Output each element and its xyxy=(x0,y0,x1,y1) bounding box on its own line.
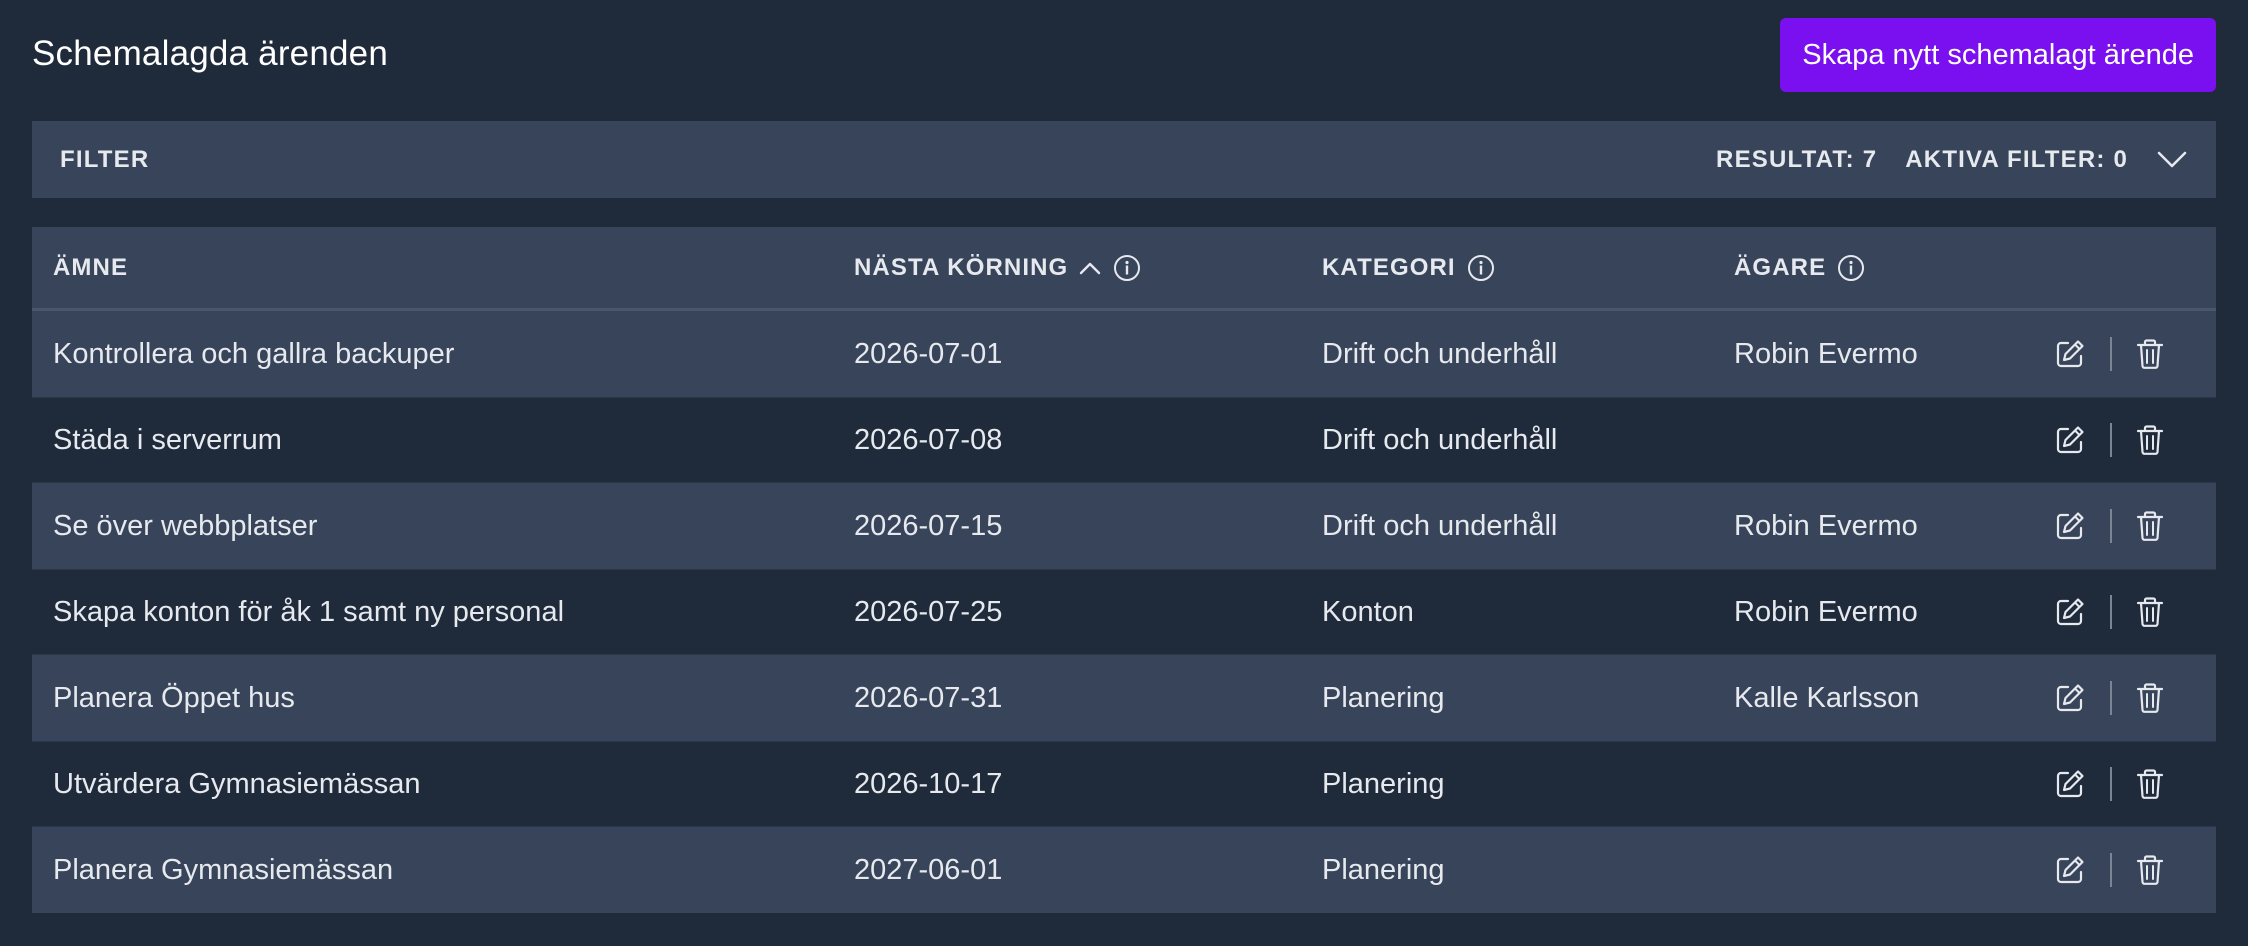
trash-icon[interactable] xyxy=(2132,766,2168,802)
edit-icon[interactable] xyxy=(2052,766,2088,802)
cell-category: Planering xyxy=(1322,853,1445,886)
info-icon[interactable] xyxy=(1466,253,1496,283)
cell-subject: Se över webbplatser xyxy=(53,509,318,542)
cell-owner: Robin Evermo xyxy=(1734,337,1918,370)
table-row[interactable]: Planera Öppet hus 2026-07-31 Planering K… xyxy=(32,655,2216,741)
cell-next-run: 2027-06-01 xyxy=(854,853,1003,886)
edit-icon[interactable] xyxy=(2052,336,2088,372)
cell-category: Konton xyxy=(1322,595,1414,628)
trash-icon[interactable] xyxy=(2132,336,2168,372)
cell-next-run: 2026-07-01 xyxy=(854,337,1003,370)
cell-owner: Kalle Karlsson xyxy=(1734,681,1920,714)
column-header-subject[interactable]: ÄMNE xyxy=(53,254,128,282)
results-count: RESULTAT: 7 xyxy=(1716,145,1878,173)
chevron-up-icon[interactable] xyxy=(1078,256,1102,280)
cell-category: Planering xyxy=(1322,767,1445,800)
page: Schemalagda ärenden Skapa nytt schemalag… xyxy=(0,0,2248,946)
row-actions xyxy=(2052,680,2168,716)
cell-owner: Robin Evermo xyxy=(1734,595,1918,628)
cell-subject: Städa i serverrum xyxy=(53,423,282,456)
column-header-label: ÄGARE xyxy=(1734,253,1827,281)
cell-subject: Utvärdera Gymnasiemässan xyxy=(53,767,421,800)
table-row[interactable]: Skapa konton för åk 1 samt ny personal 2… xyxy=(32,569,2216,655)
filter-bar[interactable]: FILTER RESULTAT: 7 AKTIVA FILTER: 0 xyxy=(32,121,2216,198)
info-icon[interactable] xyxy=(1112,253,1142,283)
cell-next-run: 2026-10-17 xyxy=(854,767,1003,800)
cell-category: Drift och underhåll xyxy=(1322,423,1558,456)
cell-subject: Planera Gymnasiemässan xyxy=(53,853,394,886)
cell-next-run: 2026-07-08 xyxy=(854,423,1003,456)
action-divider xyxy=(2110,337,2112,371)
action-divider xyxy=(2110,767,2112,801)
filter-summary: RESULTAT: 7 AKTIVA FILTER: 0 xyxy=(1716,144,2188,176)
cell-category: Drift och underhåll xyxy=(1322,509,1558,542)
table-row[interactable]: Kontrollera och gallra backuper 2026-07-… xyxy=(32,311,2216,397)
chevron-down-icon[interactable] xyxy=(2156,144,2188,176)
cell-category: Planering xyxy=(1322,681,1445,714)
table-row[interactable]: Utvärdera Gymnasiemässan 2026-10-17 Plan… xyxy=(32,741,2216,827)
info-icon[interactable] xyxy=(1836,253,1866,283)
row-actions xyxy=(2052,422,2168,458)
column-header-label: ÄMNE xyxy=(53,253,129,281)
trash-icon[interactable] xyxy=(2132,422,2168,458)
trash-icon[interactable] xyxy=(2132,508,2168,544)
column-header-next-run[interactable]: NÄSTA KÖRNING xyxy=(854,253,1142,283)
trash-icon[interactable] xyxy=(2132,594,2168,630)
column-header-category[interactable]: KATEGORI xyxy=(1322,253,1496,283)
column-header-owner[interactable]: ÄGARE xyxy=(1734,253,1866,283)
edit-icon[interactable] xyxy=(2052,422,2088,458)
action-divider xyxy=(2110,595,2112,629)
action-divider xyxy=(2110,509,2112,543)
cell-subject: Kontrollera och gallra backuper xyxy=(53,337,455,370)
row-actions xyxy=(2052,594,2168,630)
table-body: Kontrollera och gallra backuper 2026-07-… xyxy=(32,311,2216,913)
column-header-label: NÄSTA KÖRNING xyxy=(854,253,1069,281)
trash-icon[interactable] xyxy=(2132,680,2168,716)
page-header: Schemalagda ärenden Skapa nytt schemalag… xyxy=(32,18,2216,92)
active-filters-count: AKTIVA FILTER: 0 xyxy=(1905,145,2128,173)
cell-next-run: 2026-07-25 xyxy=(854,595,1003,628)
table-row[interactable]: Städa i serverrum 2026-07-08 Drift och u… xyxy=(32,397,2216,483)
row-actions xyxy=(2052,508,2168,544)
edit-icon[interactable] xyxy=(2052,508,2088,544)
cell-next-run: 2026-07-31 xyxy=(854,681,1003,714)
page-title: Schemalagda ärenden xyxy=(32,34,389,73)
create-scheduled-task-button[interactable]: Skapa nytt schemalagt ärende xyxy=(1780,18,2216,92)
cell-subject: Planera Öppet hus xyxy=(53,681,295,714)
edit-icon[interactable] xyxy=(2052,680,2088,716)
table-row[interactable]: Planera Gymnasiemässan 2027-06-01 Planer… xyxy=(32,827,2216,913)
cell-next-run: 2026-07-15 xyxy=(854,509,1003,542)
row-actions xyxy=(2052,766,2168,802)
edit-icon[interactable] xyxy=(2052,594,2088,630)
action-divider xyxy=(2110,423,2112,457)
cell-owner: Robin Evermo xyxy=(1734,509,1918,542)
edit-icon[interactable] xyxy=(2052,852,2088,888)
row-actions xyxy=(2052,852,2168,888)
action-divider xyxy=(2110,853,2112,887)
action-divider xyxy=(2110,681,2112,715)
table-header: ÄMNE NÄSTA KÖRNING KATEGORI ÄGARE xyxy=(32,227,2216,311)
row-actions xyxy=(2052,336,2168,372)
trash-icon[interactable] xyxy=(2132,852,2168,888)
scheduled-tasks-table: ÄMNE NÄSTA KÖRNING KATEGORI ÄGARE Kontro… xyxy=(32,227,2216,913)
cell-subject: Skapa konton för åk 1 samt ny personal xyxy=(53,595,565,628)
table-row[interactable]: Se över webbplatser 2026-07-15 Drift och… xyxy=(32,483,2216,569)
column-header-label: KATEGORI xyxy=(1322,253,1456,281)
cell-category: Drift och underhåll xyxy=(1322,337,1558,370)
filter-label: FILTER xyxy=(60,145,150,173)
